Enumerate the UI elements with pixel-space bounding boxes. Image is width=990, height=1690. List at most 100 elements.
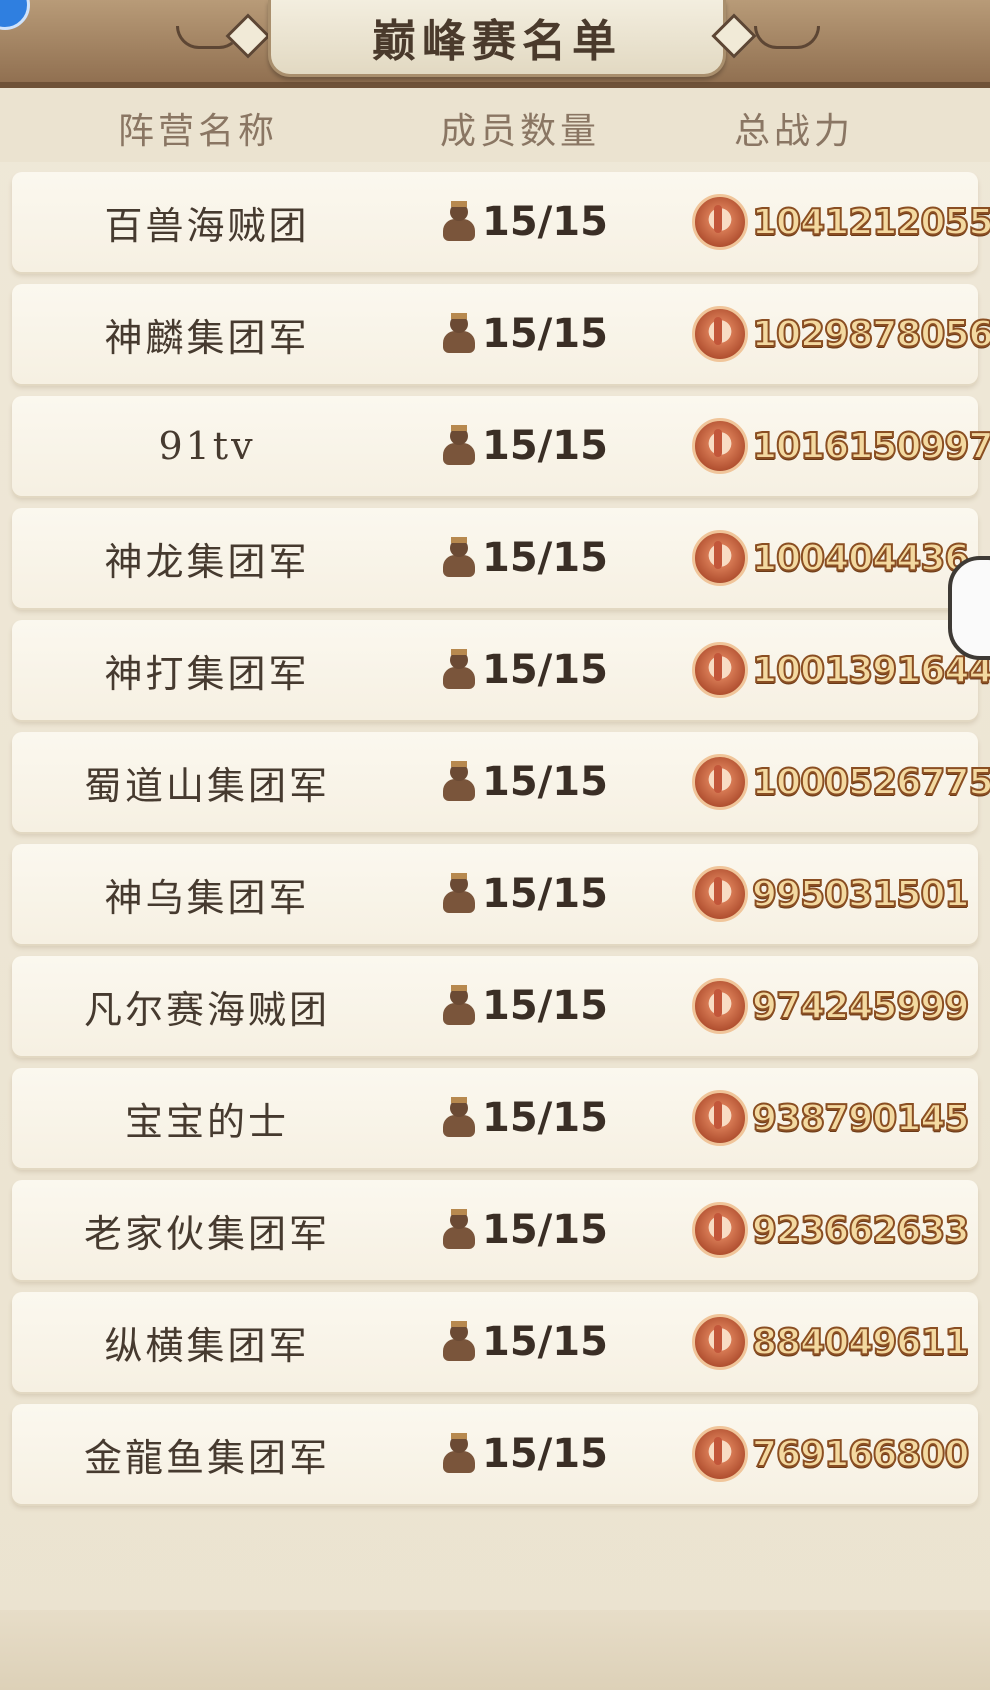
- total-power-cell: 1029878056: [692, 284, 990, 384]
- total-power-cell: 769166800: [692, 1404, 970, 1504]
- member-count: 15/15: [482, 983, 608, 1029]
- table-row[interactable]: 神乌集团军 15/15 995031501: [12, 844, 978, 944]
- member-silhouette-icon: [442, 425, 476, 467]
- member-silhouette-icon: [442, 1209, 476, 1251]
- faction-name: 神打集团军: [104, 651, 310, 696]
- faction-name: 凡尔赛海贼团: [83, 987, 330, 1032]
- table-row[interactable]: 神打集团军 15/15 1001391644: [12, 620, 990, 720]
- member-count-cell: 15/15: [442, 284, 608, 384]
- member-count: 15/15: [482, 871, 608, 917]
- table-row[interactable]: 神龙集团军 15/15 100404436: [12, 508, 978, 608]
- combat-power-icon: [692, 194, 748, 250]
- total-power-cell: 938790145: [692, 1068, 970, 1168]
- member-count-cell: 15/15: [442, 732, 608, 832]
- column-header-members: 成员数量: [440, 111, 601, 152]
- faction-name: 神乌集团军: [104, 875, 310, 920]
- combat-power-icon: [692, 642, 748, 698]
- combat-power-icon: [692, 1314, 748, 1370]
- total-power-value: 1001391644: [751, 649, 990, 692]
- peak-match-roster-screen: 巅峰赛名单 阵营名称 成员数量 总战力 百兽海贼团 15/15 1041212055…: [0, 0, 990, 1690]
- member-silhouette-icon: [442, 201, 476, 243]
- total-power-cell: 974245999: [692, 956, 970, 1056]
- member-count: 15/15: [482, 423, 608, 469]
- title-plaque: 巅峰赛名单: [268, 0, 726, 77]
- member-silhouette-icon: [442, 985, 476, 1027]
- total-power-value: 938790145: [751, 1097, 970, 1140]
- column-headers: 阵营名称 成员数量 总战力: [0, 88, 990, 162]
- side-float-button[interactable]: [948, 556, 990, 660]
- total-power-cell: 1016150997: [692, 396, 990, 496]
- page-title: 巅峰赛名单: [372, 16, 622, 67]
- faction-name: 宝宝的士: [124, 1099, 289, 1144]
- total-power-value: 1029878056: [751, 313, 990, 356]
- member-count-cell: 15/15: [442, 396, 608, 496]
- member-count: 15/15: [482, 759, 608, 805]
- member-count-cell: 15/15: [442, 508, 608, 608]
- combat-power-icon: [692, 306, 748, 362]
- total-power-value: 995031501: [751, 873, 970, 916]
- total-power-cell: 1000526775: [692, 732, 990, 832]
- member-count-cell: 15/15: [442, 1404, 608, 1504]
- faction-name: 蜀道山集团军: [83, 763, 330, 808]
- table-row[interactable]: 百兽海贼团 15/15 1041212055: [12, 172, 990, 272]
- total-power-value: 884049611: [751, 1321, 970, 1364]
- member-count-cell: 15/15: [442, 1292, 608, 1392]
- member-silhouette-icon: [442, 537, 476, 579]
- combat-power-icon: [692, 418, 748, 474]
- total-power-cell: 995031501: [692, 844, 970, 944]
- total-power-value: 100404436: [751, 537, 970, 580]
- member-count: 15/15: [482, 311, 608, 357]
- total-power-cell: 1001391644: [692, 620, 990, 720]
- member-count-cell: 15/15: [442, 1068, 608, 1168]
- table-row[interactable]: 凡尔赛海贼团 15/15 974245999: [12, 956, 978, 1056]
- member-count: 15/15: [482, 647, 608, 693]
- member-count: 15/15: [482, 199, 608, 245]
- member-silhouette-icon: [442, 761, 476, 803]
- member-count: 15/15: [482, 1095, 608, 1141]
- member-silhouette-icon: [442, 1097, 476, 1139]
- member-count-cell: 15/15: [442, 844, 608, 944]
- table-row[interactable]: 神麟集团军 15/15 1029878056: [12, 284, 990, 384]
- member-silhouette-icon: [442, 1321, 476, 1363]
- member-count: 15/15: [482, 1319, 608, 1365]
- member-silhouette-icon: [442, 313, 476, 355]
- footer-background: [0, 1610, 990, 1690]
- combat-power-icon: [692, 1202, 748, 1258]
- total-power-value: 1041212055: [751, 201, 990, 244]
- table-row[interactable]: 宝宝的士 15/15 938790145: [12, 1068, 978, 1168]
- member-count-cell: 15/15: [442, 620, 608, 720]
- total-power-cell: 100404436: [692, 508, 970, 608]
- faction-name: 91tv: [158, 424, 256, 468]
- table-row[interactable]: 纵横集团军 15/15 884049611: [12, 1292, 978, 1392]
- faction-name: 百兽海贼团: [104, 203, 310, 248]
- total-power-value: 923662633: [751, 1209, 970, 1252]
- total-power-value: 974245999: [751, 985, 970, 1028]
- faction-name: 神龙集团军: [104, 539, 310, 584]
- total-power-value: 1000526775: [751, 761, 990, 804]
- table-row[interactable]: 91tv 15/15 1016150997: [12, 396, 990, 496]
- member-count-cell: 15/15: [442, 956, 608, 1056]
- member-silhouette-icon: [442, 649, 476, 691]
- member-silhouette-icon: [442, 1433, 476, 1475]
- combat-power-icon: [692, 754, 748, 810]
- combat-power-icon: [692, 1090, 748, 1146]
- table-row[interactable]: 老家伙集团军 15/15 923662633: [12, 1180, 978, 1280]
- column-header-name: 阵营名称: [118, 111, 279, 152]
- column-header-power: 总战力: [734, 111, 855, 152]
- member-count-cell: 15/15: [442, 172, 608, 272]
- member-count: 15/15: [482, 1431, 608, 1477]
- faction-name: 金龍鱼集团军: [83, 1435, 330, 1480]
- member-count-cell: 15/15: [442, 1180, 608, 1280]
- total-power-cell: 923662633: [692, 1180, 970, 1280]
- faction-name: 神麟集团军: [104, 315, 310, 360]
- table-row[interactable]: 蜀道山集团军 15/15 1000526775: [12, 732, 990, 832]
- combat-power-icon: [692, 1426, 748, 1482]
- member-silhouette-icon: [442, 873, 476, 915]
- total-power-cell: 1041212055: [692, 172, 990, 272]
- combat-power-icon: [692, 866, 748, 922]
- member-count: 15/15: [482, 1207, 608, 1253]
- total-power-value: 769166800: [751, 1433, 970, 1476]
- faction-name: 老家伙集团军: [83, 1211, 330, 1256]
- table-row[interactable]: 金龍鱼集团军 15/15 769166800: [12, 1404, 978, 1504]
- member-count: 15/15: [482, 535, 608, 581]
